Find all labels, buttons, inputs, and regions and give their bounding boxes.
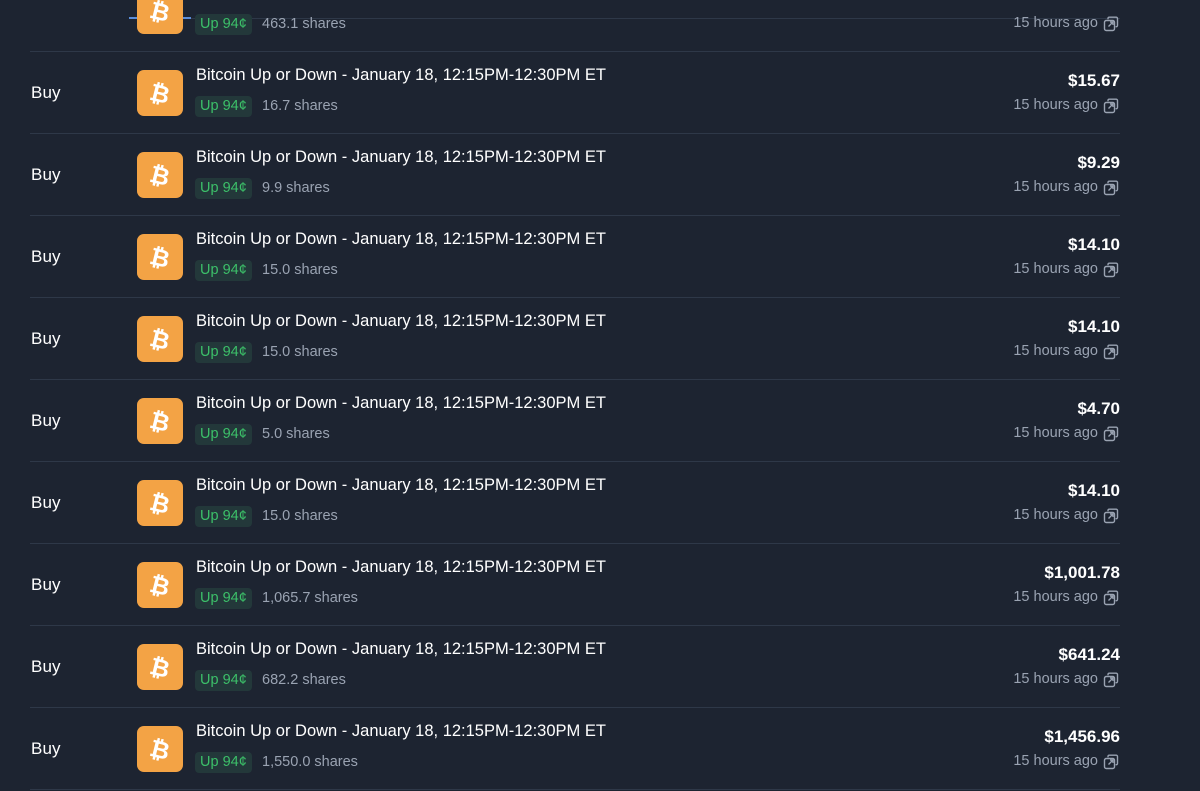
activity-row[interactable]: Buy ₿ Bitcoin Up or Down - January 18, 1… <box>30 216 1120 298</box>
bitcoin-icon: ₿ <box>137 0 183 34</box>
bitcoin-icon: ₿ <box>137 234 183 280</box>
bitcoin-icon: ₿ <box>137 480 183 526</box>
trade-type: Buy <box>31 657 61 676</box>
external-link-icon[interactable] <box>1103 672 1119 688</box>
shares-count: 5.0 shares <box>262 426 330 442</box>
trade-type: Buy <box>31 493 61 512</box>
trade-amount: $14.10 <box>1068 317 1120 336</box>
market-title[interactable]: Bitcoin Up or Down - January 18, 12:15PM… <box>196 722 606 741</box>
activity-row[interactable]: Buy ₿ Bitcoin Up or Down - January 18, 1… <box>30 708 1120 790</box>
market-title[interactable]: Bitcoin Up or Down - January 18, 12:15PM… <box>196 640 606 659</box>
outcome-badge: Up 94¢ <box>195 670 252 691</box>
market-title[interactable]: Bitcoin Up or Down - January 18, 12:15PM… <box>196 148 606 167</box>
external-link-icon[interactable] <box>1103 590 1119 606</box>
external-link-icon[interactable] <box>1103 508 1119 524</box>
activity-row[interactable]: Buy ₿ Bitcoin Up or Down - January 18, 1… <box>30 380 1120 462</box>
trade-amount: $14.10 <box>1068 481 1120 500</box>
timestamp: 15 hours ago <box>1013 343 1098 359</box>
trade-type: Buy <box>31 329 61 348</box>
timestamp: 15 hours ago <box>1013 425 1098 441</box>
trade-amount: $15.67 <box>1068 71 1120 90</box>
svg-text:₿: ₿ <box>148 653 172 681</box>
bitcoin-icon: ₿ <box>137 152 183 198</box>
shares-count: 682.2 shares <box>262 672 346 688</box>
trade-amount: $4.70 <box>1077 399 1120 418</box>
bitcoin-icon: ₿ <box>137 70 183 116</box>
trade-type: Buy <box>31 165 61 184</box>
timestamp: 15 hours ago <box>1013 671 1098 687</box>
trade-amount: $1,001.78 <box>1044 563 1120 582</box>
svg-text:₿: ₿ <box>148 325 172 353</box>
external-link-icon[interactable] <box>1103 98 1119 114</box>
shares-count: 1,550.0 shares <box>262 754 358 770</box>
svg-text:₿: ₿ <box>148 571 172 599</box>
external-link-icon[interactable] <box>1103 180 1119 196</box>
trade-type: Buy <box>31 83 61 102</box>
outcome-badge: Up 94¢ <box>195 14 252 35</box>
bitcoin-icon: ₿ <box>137 726 183 772</box>
market-title[interactable]: Bitcoin Up or Down - January 18, 12:15PM… <box>196 66 606 85</box>
outcome-badge: Up 94¢ <box>195 424 252 445</box>
activity-row[interactable]: Buy ₿ Bitcoin Up or Down - January 18, 1… <box>30 544 1120 626</box>
trade-amount: $1,456.96 <box>1044 727 1120 746</box>
market-title[interactable]: Bitcoin Up or Down - January 18, 12:15PM… <box>196 558 606 577</box>
activity-row[interactable]: Buy ₿ Bitcoin Up or Down - January 18, 1… <box>30 626 1120 708</box>
bitcoin-icon: ₿ <box>137 316 183 362</box>
market-title[interactable]: Bitcoin Up or Down - January 18, 12:15PM… <box>196 312 606 331</box>
outcome-badge: Up 94¢ <box>195 178 252 199</box>
shares-count: 9.9 shares <box>262 180 330 196</box>
shares-count: 16.7 shares <box>262 98 338 114</box>
svg-text:₿: ₿ <box>148 243 172 271</box>
outcome-badge: Up 94¢ <box>195 342 252 363</box>
outcome-badge: Up 94¢ <box>195 588 252 609</box>
shares-count: 15.0 shares <box>262 508 338 524</box>
market-title[interactable]: Bitcoin Up or Down - January 18, 12:15PM… <box>196 230 606 249</box>
bitcoin-icon: ₿ <box>137 562 183 608</box>
shares-count: 1,065.7 shares <box>262 590 358 606</box>
activity-row[interactable]: Buy ₿ Bitcoin Up or Down - January 18, 1… <box>30 298 1120 380</box>
svg-text:₿: ₿ <box>148 735 172 763</box>
outcome-badge: Up 94¢ <box>195 752 252 773</box>
activity-row[interactable]: Buy ₿ Bitcoin Up or Down - January 18, 1… <box>30 52 1120 134</box>
svg-text:₿: ₿ <box>148 161 172 189</box>
outcome-badge: Up 94¢ <box>195 260 252 281</box>
timestamp: 15 hours ago <box>1013 507 1098 523</box>
trade-type: Buy <box>31 411 61 430</box>
external-link-icon[interactable] <box>1103 754 1119 770</box>
timestamp: 15 hours ago <box>1013 15 1098 31</box>
trade-type: Buy <box>31 575 61 594</box>
timestamp: 15 hours ago <box>1013 261 1098 277</box>
shares-count: 15.0 shares <box>262 262 338 278</box>
activity-panel: ₿ Up 94¢ 463.1 shares 15 hours ago Buy ₿… <box>0 0 1200 791</box>
activity-row[interactable]: Buy ₿ Bitcoin Up or Down - January 18, 1… <box>30 134 1120 216</box>
activity-row[interactable]: Buy ₿ Bitcoin Up or Down - January 18, 1… <box>30 462 1120 544</box>
timestamp: 15 hours ago <box>1013 589 1098 605</box>
svg-text:₿: ₿ <box>148 0 172 25</box>
market-title[interactable]: Bitcoin Up or Down - January 18, 12:15PM… <box>196 394 606 413</box>
timestamp: 15 hours ago <box>1013 753 1098 769</box>
trade-type: Buy <box>31 739 61 758</box>
activity-row[interactable]: ₿ Up 94¢ 463.1 shares 15 hours ago <box>30 0 1120 52</box>
svg-text:₿: ₿ <box>148 407 172 435</box>
svg-text:₿: ₿ <box>148 489 172 517</box>
external-link-icon[interactable] <box>1103 262 1119 278</box>
bitcoin-icon: ₿ <box>137 644 183 690</box>
timestamp: 15 hours ago <box>1013 97 1098 113</box>
trade-amount: $14.10 <box>1068 235 1120 254</box>
timestamp: 15 hours ago <box>1013 179 1098 195</box>
shares-count: 15.0 shares <box>262 344 338 360</box>
shares-count: 463.1 shares <box>262 16 346 32</box>
external-link-icon[interactable] <box>1103 344 1119 360</box>
trade-amount: $9.29 <box>1077 153 1120 172</box>
svg-text:₿: ₿ <box>148 79 172 107</box>
external-link-icon[interactable] <box>1103 16 1119 32</box>
outcome-badge: Up 94¢ <box>195 506 252 527</box>
bitcoin-icon: ₿ <box>137 398 183 444</box>
trade-amount: $641.24 <box>1058 645 1120 664</box>
trade-type: Buy <box>31 247 61 266</box>
external-link-icon[interactable] <box>1103 426 1119 442</box>
outcome-badge: Up 94¢ <box>195 96 252 117</box>
market-title[interactable]: Bitcoin Up or Down - January 18, 12:15PM… <box>196 476 606 495</box>
